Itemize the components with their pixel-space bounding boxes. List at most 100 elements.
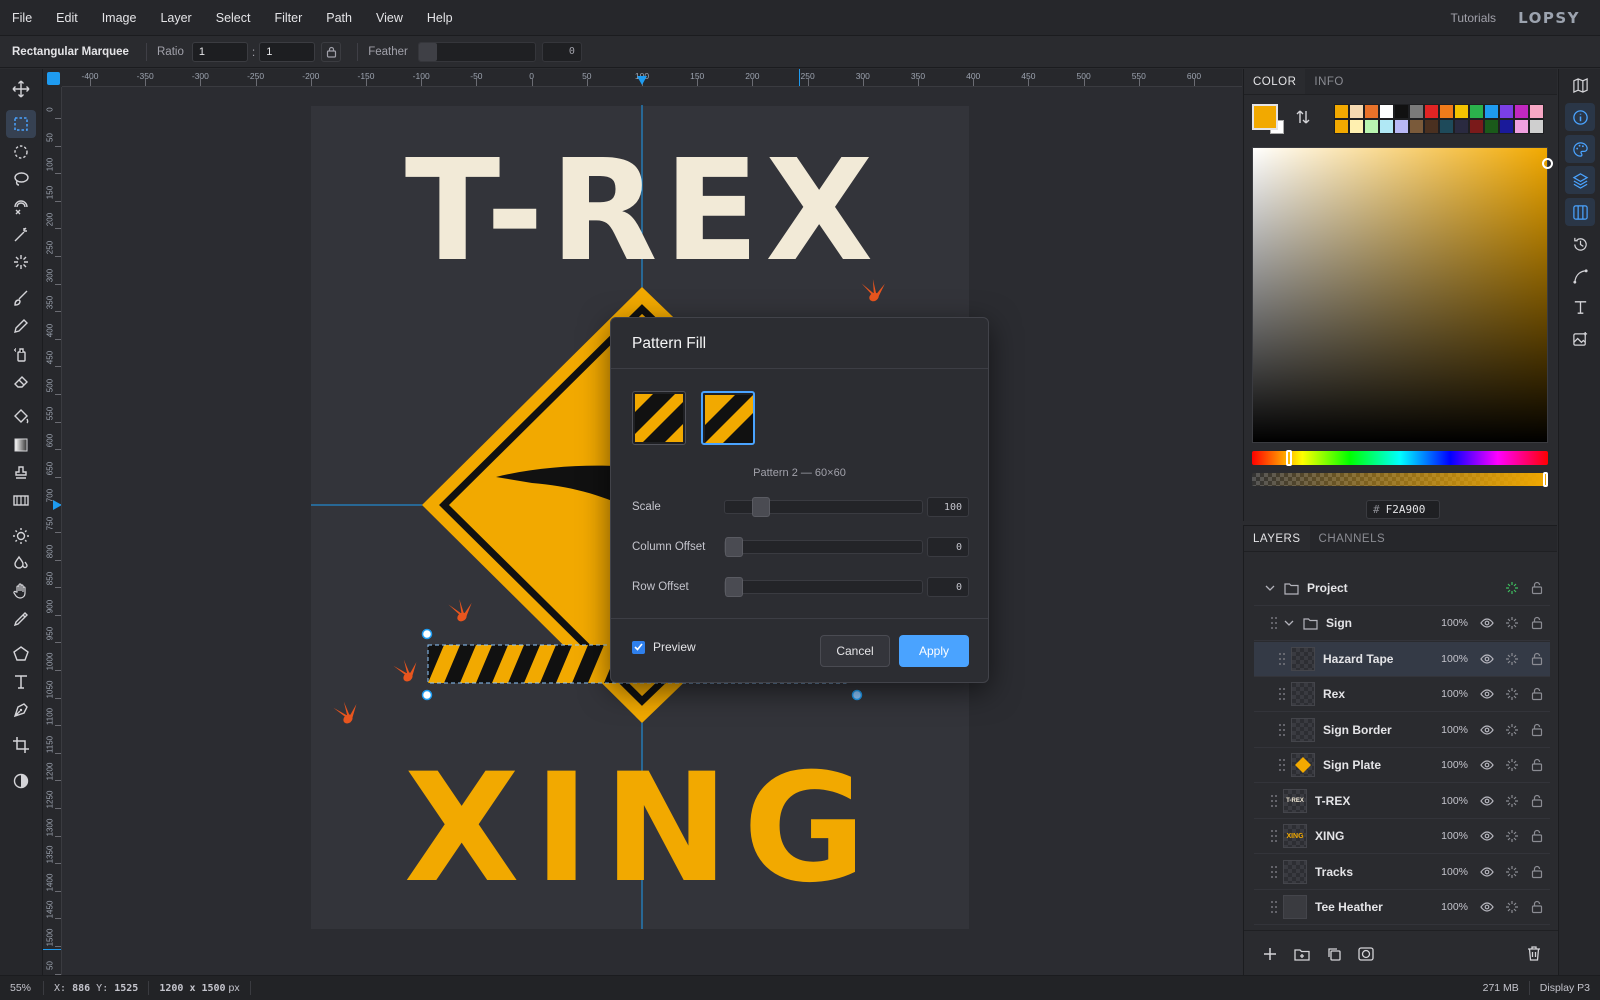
layer-row[interactable]: Tracks 100%: [1254, 855, 1550, 890]
tab-color[interactable]: COLOR: [1244, 69, 1306, 94]
palette-swatch[interactable]: [1454, 119, 1469, 134]
crop-tool[interactable]: [6, 731, 36, 759]
palette-swatch[interactable]: [1529, 104, 1544, 119]
palette-swatch[interactable]: [1379, 119, 1394, 134]
panel-toggle-history[interactable]: [1565, 230, 1595, 258]
effects-icon[interactable]: [1505, 865, 1519, 879]
ratio-width-input[interactable]: [191, 41, 248, 62]
scale-slider[interactable]: [724, 497, 923, 517]
row-offset-slider[interactable]: [724, 577, 923, 597]
tab-info[interactable]: INFO: [1305, 69, 1352, 94]
palette-swatch[interactable]: [1364, 104, 1379, 119]
quick-select-tool[interactable]: [6, 248, 36, 276]
panel-toggle-channels[interactable]: [1565, 198, 1595, 226]
effects-icon[interactable]: [1505, 723, 1519, 737]
preview-toggle[interactable]: Preview: [632, 640, 696, 654]
menu-select[interactable]: Select: [204, 11, 263, 25]
eye-icon[interactable]: [1480, 758, 1494, 772]
preview-checkbox[interactable]: [632, 640, 645, 654]
layer-opacity[interactable]: 100%: [1440, 688, 1468, 700]
palette-swatch[interactable]: [1469, 104, 1484, 119]
guide-marker-top[interactable]: [637, 76, 647, 85]
rect-marquee-tool[interactable]: [6, 110, 36, 138]
palette-swatch[interactable]: [1394, 119, 1409, 134]
alpha-slider-thumb[interactable]: [1543, 472, 1548, 487]
palette-swatch[interactable]: [1439, 104, 1454, 119]
scale-slider-thumb[interactable]: [752, 497, 770, 517]
layer-row[interactable]: T-REX T-REX 100%: [1254, 784, 1550, 819]
layer-opacity[interactable]: 100%: [1440, 795, 1468, 807]
drag-handle-icon[interactable]: [1278, 687, 1286, 701]
pattern-option-2[interactable]: [701, 391, 755, 445]
layer-row[interactable]: Sign Plate 100%: [1254, 748, 1550, 783]
feather-slider[interactable]: [417, 41, 536, 62]
palette-swatch[interactable]: [1499, 104, 1514, 119]
hue-slider[interactable]: [1252, 450, 1548, 466]
text-tool[interactable]: [6, 668, 36, 696]
panel-toggle-map[interactable]: [1565, 71, 1595, 99]
palette-swatch[interactable]: [1484, 104, 1499, 119]
palette-swatch[interactable]: [1409, 119, 1424, 134]
palette-swatch[interactable]: [1439, 119, 1454, 134]
ruler-origin-button[interactable]: [47, 72, 60, 85]
effects-icon[interactable]: [1505, 829, 1519, 843]
feather-value-input[interactable]: 0: [541, 41, 582, 62]
palette-swatch[interactable]: [1529, 119, 1544, 134]
primary-color-swatch[interactable]: [1252, 104, 1278, 130]
feather-slider-thumb[interactable]: [418, 42, 437, 61]
blur-tool[interactable]: [6, 549, 36, 577]
menu-path[interactable]: Path: [314, 11, 364, 25]
ratio-height-input[interactable]: [259, 41, 316, 62]
lock-icon[interactable]: [1530, 794, 1544, 808]
column-offset-thumb[interactable]: [725, 537, 743, 557]
lock-icon[interactable]: [1530, 900, 1544, 914]
hand-tool[interactable]: [6, 577, 36, 605]
drag-handle-icon[interactable]: [1270, 794, 1278, 808]
palette-swatch[interactable]: [1349, 104, 1364, 119]
menu-file[interactable]: File: [0, 11, 44, 25]
alpha-slider[interactable]: [1252, 472, 1548, 487]
panel-toggle-character[interactable]: [1565, 293, 1595, 321]
eye-icon[interactable]: [1480, 900, 1494, 914]
eye-icon[interactable]: [1480, 829, 1494, 843]
palette-swatch[interactable]: [1499, 119, 1514, 134]
effects-icon[interactable]: [1505, 687, 1519, 701]
eye-icon[interactable]: [1480, 616, 1494, 630]
delete-layer-button[interactable]: [1524, 944, 1544, 964]
drag-handle-icon[interactable]: [1270, 900, 1278, 914]
spray-tool[interactable]: [6, 340, 36, 368]
menu-layer[interactable]: Layer: [148, 11, 203, 25]
panel-toggle-color[interactable]: [1565, 135, 1595, 163]
drag-handle-icon[interactable]: [1270, 865, 1278, 879]
gradient-tool[interactable]: [6, 431, 36, 459]
layer-row[interactable]: Tee Heather 100%: [1254, 890, 1550, 925]
eye-icon[interactable]: [1480, 723, 1494, 737]
dodge-tool[interactable]: [6, 522, 36, 550]
lock-icon[interactable]: [1530, 723, 1544, 737]
menu-view[interactable]: View: [364, 11, 415, 25]
layer-row[interactable]: Hazard Tape 100%: [1254, 642, 1550, 677]
effects-icon[interactable]: [1505, 794, 1519, 808]
panel-toggle-images[interactable]: [1565, 325, 1595, 353]
layer-row[interactable]: Project: [1254, 571, 1550, 606]
eye-icon[interactable]: [1480, 794, 1494, 808]
lock-icon[interactable]: [1530, 652, 1544, 666]
eye-icon[interactable]: [1480, 687, 1494, 701]
hue-slider-thumb[interactable]: [1286, 450, 1292, 466]
panel-toggle-info[interactable]: [1565, 103, 1595, 131]
palette-swatch[interactable]: [1394, 104, 1409, 119]
layer-opacity[interactable]: 100%: [1440, 724, 1468, 736]
move-tool[interactable]: [6, 75, 36, 103]
layer-opacity[interactable]: 100%: [1440, 901, 1468, 913]
brush-tool[interactable]: [6, 284, 36, 312]
palette-swatch[interactable]: [1334, 104, 1349, 119]
drag-handle-icon[interactable]: [1270, 616, 1278, 630]
scale-value-input[interactable]: 100: [927, 497, 969, 517]
menu-help[interactable]: Help: [415, 11, 465, 25]
pattern-option-1[interactable]: [632, 391, 686, 445]
layer-row[interactable]: Rex 100%: [1254, 677, 1550, 712]
add-mask-button[interactable]: [1356, 944, 1376, 964]
chevron-down-icon[interactable]: [1264, 582, 1276, 594]
eye-icon[interactable]: [1480, 652, 1494, 666]
menu-filter[interactable]: Filter: [262, 11, 314, 25]
